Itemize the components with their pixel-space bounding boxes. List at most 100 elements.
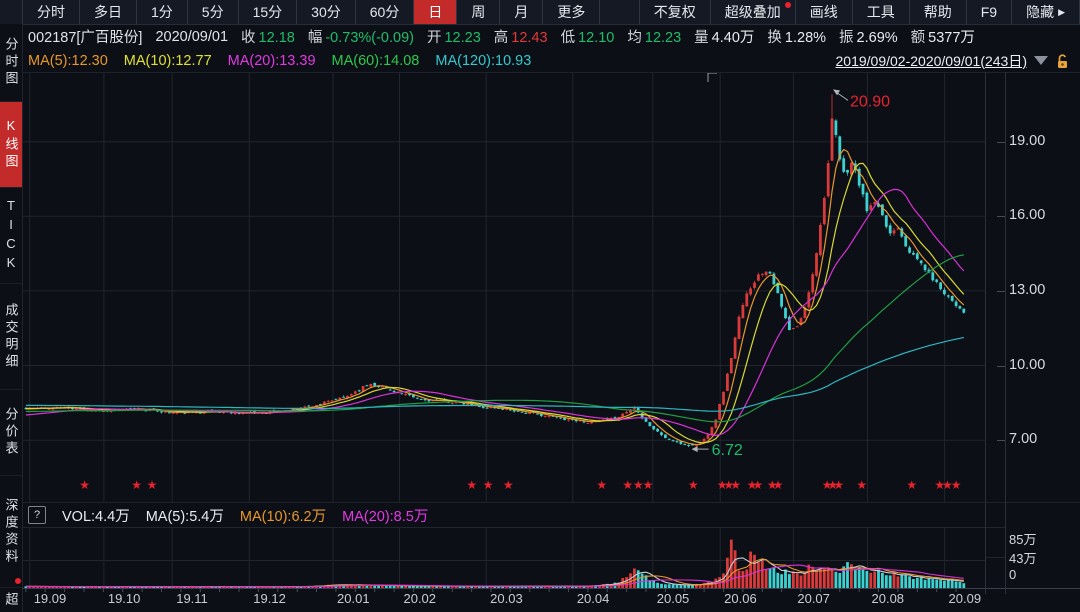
- volume-tick-label: 85万: [1009, 529, 1036, 548]
- menu-item-minute-view[interactable]: 分时: [23, 0, 80, 24]
- menu-item-no-adjust[interactable]: 不复权: [640, 0, 711, 24]
- event-star-icon[interactable]: ★: [856, 478, 867, 492]
- gutter-gridline: [985, 527, 1005, 528]
- depth-info-label: 深度资料: [2, 498, 21, 566]
- time-tick-label: 19.12: [253, 591, 286, 606]
- volume-chart[interactable]: [22, 527, 985, 594]
- menu-item-5min[interactable]: 5分: [188, 0, 239, 24]
- event-star-icon[interactable]: ★: [730, 478, 741, 492]
- sidebar-item-depth-info[interactable]: 深度资料: [0, 476, 22, 588]
- menu-item-multi-day[interactable]: 多日: [80, 0, 137, 24]
- menu-item-monthly[interactable]: 月: [500, 0, 543, 24]
- event-star-icon[interactable]: ★: [596, 478, 607, 492]
- time-tick-label: 20.04: [577, 591, 610, 606]
- stock-info-bar: 002187[广百股份] 2020/09/01 收12.18 幅-0.73%(-…: [22, 25, 1080, 48]
- date-range-text[interactable]: 2019/09/02-2020/09/01(243日): [836, 51, 1027, 71]
- sidebar-item-super-partial[interactable]: 超: [0, 588, 22, 612]
- event-star-icon[interactable]: ★: [688, 478, 699, 492]
- close-field: 收12.18: [241, 26, 295, 47]
- ma-line-MA60: [26, 255, 964, 422]
- event-star-icon[interactable]: ★: [622, 478, 633, 492]
- menu-item-30min[interactable]: 30分: [297, 0, 356, 24]
- candlesticks-layer: [25, 94, 966, 447]
- turnover-field: 换1.28%: [767, 26, 826, 47]
- volume-bars-layer: [25, 540, 966, 588]
- event-star-icon[interactable]: ★: [773, 478, 784, 492]
- event-star-icon[interactable]: ★: [951, 478, 962, 492]
- ma120-value: MA(120):10.93: [435, 53, 531, 69]
- pane-divider: [22, 72, 1080, 73]
- price-tick-label: 10.00: [1009, 357, 1045, 373]
- ma-indicator-bar: MA(5):12.30 MA(10):12.77 MA(20):13.39 MA…: [22, 49, 1080, 72]
- sidebar-item-kline-chart[interactable]: K线图: [0, 102, 22, 188]
- amplitude-field: 振2.69%: [839, 26, 898, 47]
- date-range-selector[interactable]: 2019/09/02-2020/09/01(243日): [836, 49, 1070, 72]
- time-tick-label: 20.03: [490, 591, 523, 606]
- menu-item-more[interactable]: 更多: [543, 0, 600, 24]
- sidebar-item-tick[interactable]: TICK: [0, 188, 22, 284]
- menu-item-super-overlay[interactable]: 超级叠加: [711, 0, 796, 24]
- notification-dot: [15, 578, 21, 584]
- menu-item-tools[interactable]: 工具: [853, 0, 910, 24]
- time-tick-label: 20.07: [797, 591, 830, 606]
- event-star-icon[interactable]: ★: [503, 478, 514, 492]
- price-chart[interactable]: ★★★★★★★★★★★★★★★★★★★★★★★★★★20.906.72: [22, 72, 985, 502]
- trade-date: 2020/09/01: [155, 29, 228, 45]
- corner-marker: [708, 73, 717, 82]
- tools-menu-group: 不复权 超级叠加 画线 工具 帮助 F9 隐藏 ▶: [639, 0, 1080, 24]
- ma10-value: MA(10):12.77: [124, 53, 212, 69]
- price-tick-label: 16.00: [1009, 207, 1045, 223]
- time-tick-label: 20.05: [657, 591, 690, 606]
- event-star-icon[interactable]: ★: [752, 478, 763, 492]
- price-tick-mark: [997, 366, 1005, 367]
- price-tick-mark: [997, 216, 1005, 217]
- help-icon[interactable]: ?: [28, 506, 46, 524]
- dropdown-triangle-icon[interactable]: [1034, 56, 1048, 65]
- low-price-label: 6.72: [712, 442, 743, 459]
- menu-item-weekly[interactable]: 周: [457, 0, 500, 24]
- menu-item-help[interactable]: 帮助: [910, 0, 967, 24]
- menu-item-60min[interactable]: 60分: [356, 0, 415, 24]
- super-overlay-label: 超级叠加: [725, 2, 781, 22]
- hide-label: 隐藏: [1026, 2, 1054, 22]
- sidebar-item-minute-chart[interactable]: 分时图: [0, 24, 22, 102]
- ma60-value: MA(60):14.08: [332, 53, 420, 69]
- time-tick-label: 19.09: [34, 591, 67, 606]
- menu-item-15min[interactable]: 15分: [239, 0, 298, 24]
- high-field: 高12.43: [494, 26, 548, 47]
- time-tick-label: 19.10: [108, 591, 141, 606]
- event-stars-layer: ★★★★★★★★★★★★★★★★★★★★★★★★★★: [79, 478, 961, 492]
- ma20-value: MA(20):13.39: [228, 53, 316, 69]
- menu-item-hide[interactable]: 隐藏 ▶: [1012, 0, 1080, 24]
- event-star-icon[interactable]: ★: [466, 478, 477, 492]
- axis-separator: [985, 72, 986, 594]
- menu-item-1min[interactable]: 1分: [137, 0, 188, 24]
- amount-field: 额5377万: [911, 26, 975, 47]
- sidebar-item-price-table[interactable]: 分价表: [0, 390, 22, 476]
- axis-separator: [1005, 72, 1006, 594]
- event-star-icon[interactable]: ★: [147, 478, 158, 492]
- sidebar-item-trade-detail[interactable]: 成交明细: [0, 284, 22, 390]
- menu-item-daily[interactable]: 日: [414, 0, 457, 24]
- vol-ma5-value: MA(5):5.4万: [146, 505, 224, 526]
- event-star-icon[interactable]: ★: [79, 478, 90, 492]
- menu-item-draw-line[interactable]: 画线: [796, 0, 853, 24]
- event-star-icon[interactable]: ★: [643, 478, 654, 492]
- event-star-icon[interactable]: ★: [906, 478, 917, 492]
- period-menu-group: 分时 多日 1分 5分 15分 30分 60分 日 周 月 更多: [22, 0, 600, 24]
- event-star-icon[interactable]: ★: [833, 478, 844, 492]
- notification-dot: [785, 2, 791, 8]
- price-tick-mark: [997, 291, 1005, 292]
- left-sidebar: 分时图 K线图 TICK 成交明细 分价表 深度资料 超: [0, 24, 23, 612]
- arrow-right-icon: ▶: [1058, 7, 1065, 18]
- event-star-icon[interactable]: ★: [483, 478, 494, 492]
- price-tick-label: 19.00: [1009, 133, 1045, 149]
- event-star-icon[interactable]: ★: [131, 478, 142, 492]
- menu-item-f9[interactable]: F9: [967, 0, 1012, 24]
- unlock-icon[interactable]: [1055, 53, 1070, 69]
- volume-field: 量4.40万: [694, 26, 754, 47]
- gutter-gridline: [985, 557, 1005, 558]
- vol-ma20-value: MA(20):8.5万: [342, 505, 428, 526]
- volume-header: ? VOL:4.4万 MA(5):5.4万 MA(10):6.2万 MA(20)…: [22, 503, 1080, 527]
- vol-value: VOL:4.4万: [62, 505, 130, 526]
